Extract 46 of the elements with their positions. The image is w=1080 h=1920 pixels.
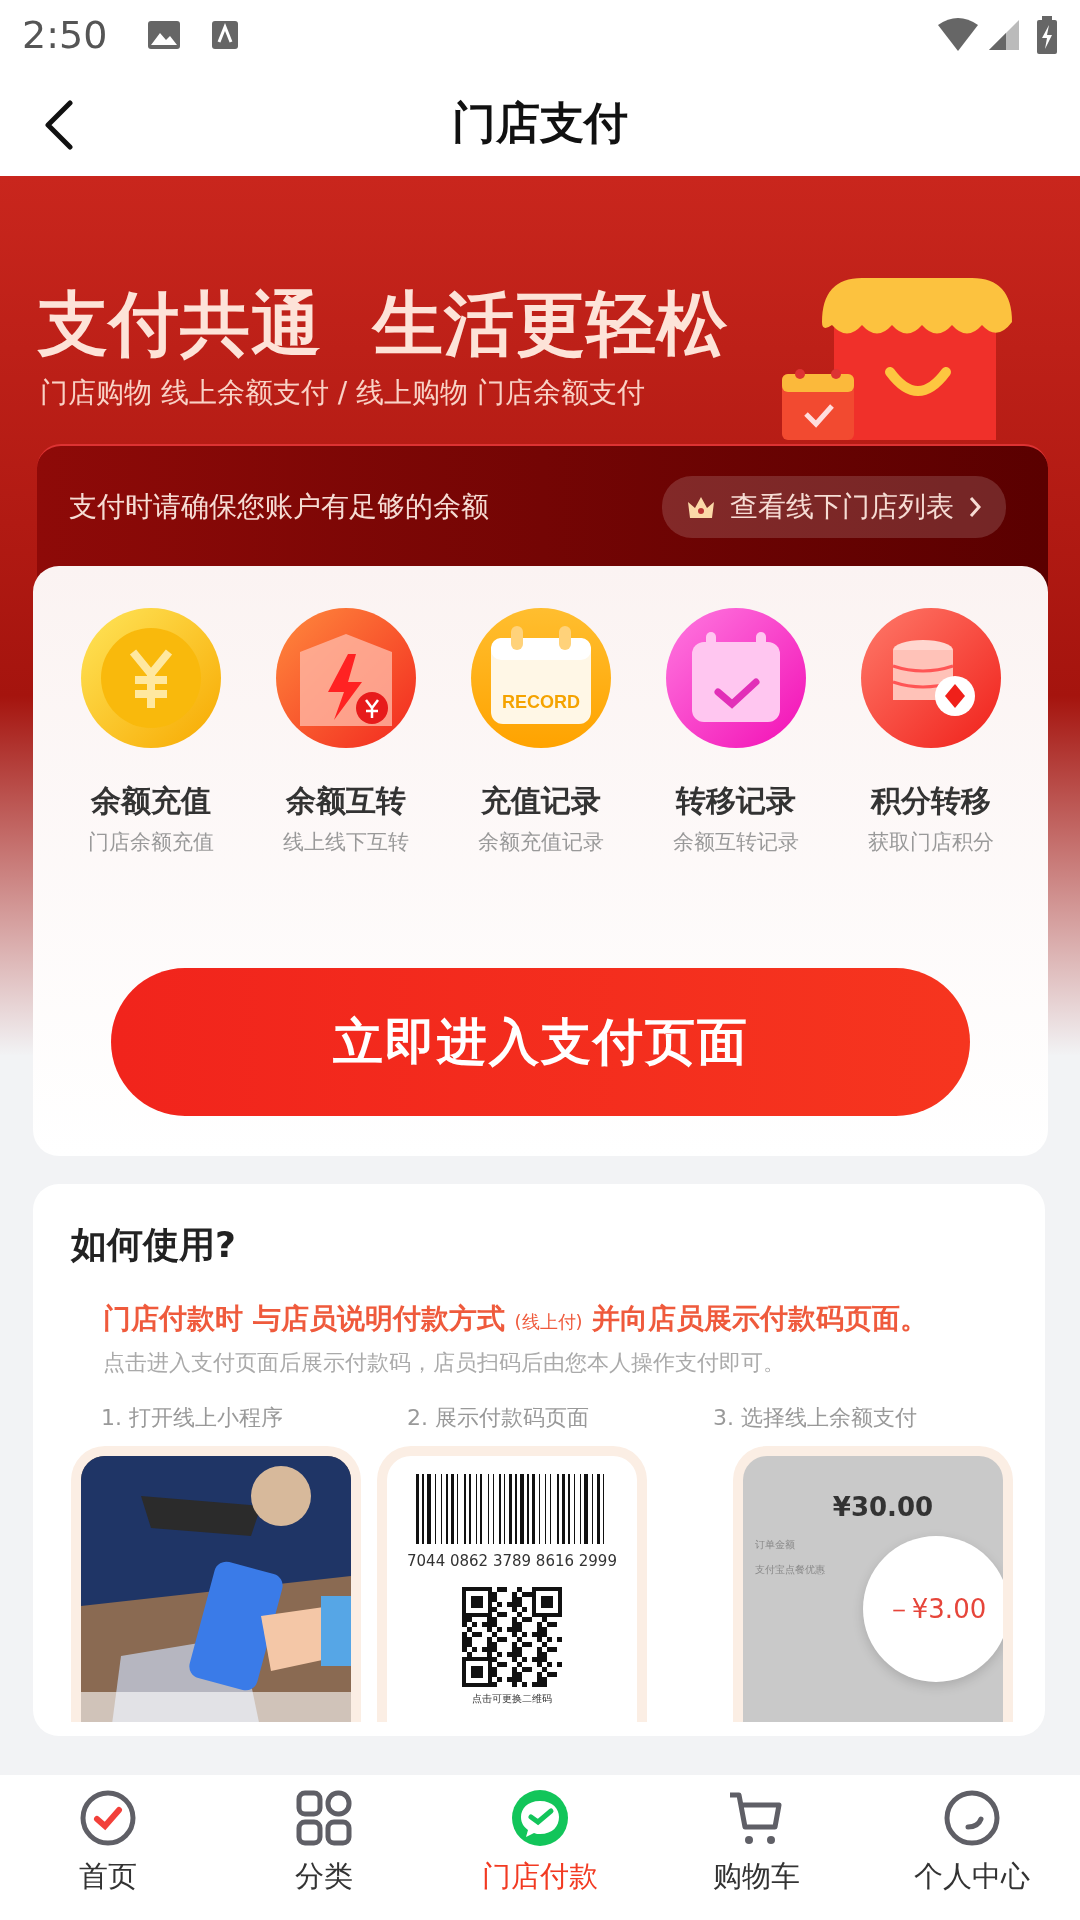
image-icon xyxy=(147,20,182,50)
banner-headline: 支付共通 生活更轻松 xyxy=(38,288,729,362)
enter-payment-button[interactable]: 立即进入支付页面 xyxy=(111,968,970,1116)
store-list-button[interactable]: 查看线下门店列表 xyxy=(662,475,1006,538)
tab-bar-item[interactable]: 门店付款 xyxy=(432,1775,648,1920)
feature-subtitle: 余额互转记录 xyxy=(672,828,799,856)
calendar-check-icon[interactable] xyxy=(665,607,806,748)
coin-stack-icon[interactable] xyxy=(860,607,1001,748)
feature-subtitle: 门店余额充值 xyxy=(87,828,214,856)
lightning-shield-icon[interactable] xyxy=(275,607,416,748)
grid-icon xyxy=(295,1789,353,1847)
back-icon[interactable] xyxy=(44,100,74,150)
wifi-icon xyxy=(936,17,980,53)
battery-icon xyxy=(1036,16,1058,54)
tab-bar-item[interactable]: 首页 xyxy=(0,1775,216,1920)
chat-check-icon xyxy=(511,1789,569,1847)
feature-subtitle: 余额充值记录 xyxy=(477,828,604,856)
feature-subtitle: 线上线下互转 xyxy=(282,828,409,856)
notice-text: 支付时请确保您账户有足够的余额 xyxy=(69,488,489,525)
step-label: 2. 展示付款码页面 xyxy=(407,1404,590,1432)
step-label: 3. 选择线上余额支付 xyxy=(713,1404,918,1432)
tab-bar-item[interactable]: 购物车 xyxy=(648,1775,864,1920)
feature-title: 积分转移 xyxy=(870,781,991,820)
check-circle-icon xyxy=(79,1789,137,1847)
step-label: 1. 打开线上小程序 xyxy=(101,1404,284,1432)
banner-subtitle: 门店购物 线上余额支付 / 线上购物 门店余额支付 xyxy=(40,374,647,411)
feature-title: 转移记录 xyxy=(675,781,796,820)
amount-text: ¥30.00 xyxy=(832,1491,934,1524)
feature-title: 余额互转 xyxy=(285,781,406,820)
qr-hint: 点击可更换二维码 xyxy=(472,1691,552,1706)
instruction-note: 点击进入支付页面后展示付款码，店员扫码后由您本人操作支付即可。 xyxy=(103,1349,786,1377)
section-title: 如何使用? xyxy=(71,1223,237,1267)
code-number: 7044 0862 3789 8616 2999 xyxy=(407,1551,617,1572)
instruction-text: 门店付款时 与店员说明付款方式 (线上付) 并向店员展示付款码页面。 xyxy=(103,1301,930,1337)
notification-icon xyxy=(211,20,240,50)
tab-bar-item[interactable]: 分类 xyxy=(216,1775,432,1920)
discount-text: －¥3.00 xyxy=(863,1536,1003,1682)
smile-icon xyxy=(943,1789,1001,1847)
page-title: 门店支付 xyxy=(452,96,628,150)
tab-bar-item[interactable]: 个人中心 xyxy=(864,1775,1080,1920)
feature-title: 充值记录 xyxy=(480,781,601,820)
signal-icon xyxy=(988,19,1020,51)
chevron-right-icon xyxy=(968,494,982,519)
feature-title: 余额充值 xyxy=(90,781,211,820)
status-time: 2:50 xyxy=(22,11,108,59)
feature-subtitle: 获取门店积分 xyxy=(867,828,994,856)
